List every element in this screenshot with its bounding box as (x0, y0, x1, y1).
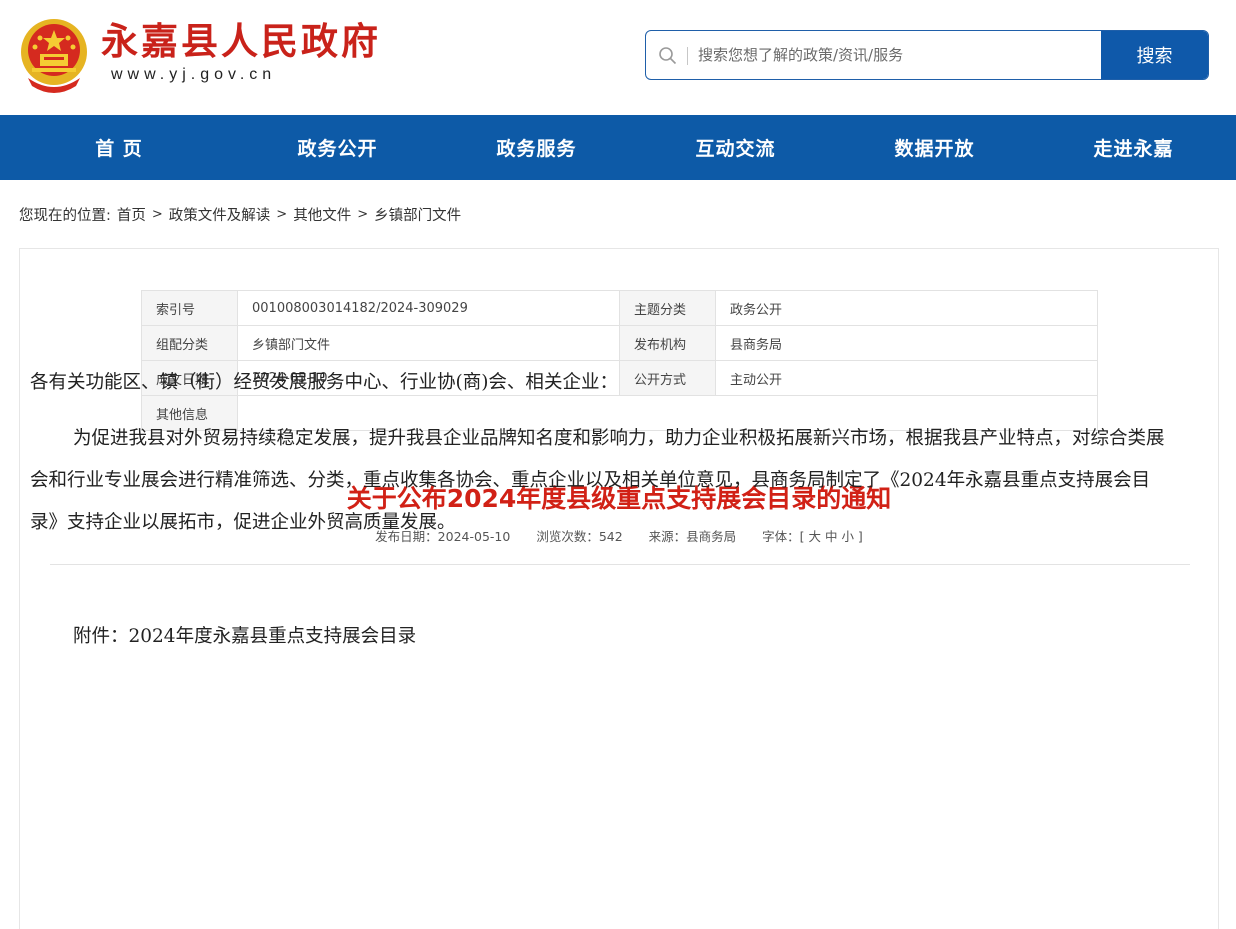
search-divider (687, 47, 688, 65)
search-input[interactable] (698, 31, 1098, 79)
breadcrumb-link-policy[interactable]: 政策文件及解读 (169, 204, 271, 225)
meta-value: 政务公开 (715, 290, 1098, 326)
main-nav: 首 页 政务公开 政务服务 互动交流 数据开放 走进永嘉 (0, 115, 1236, 180)
breadcrumb-link-township-docs[interactable]: 乡镇部门文件 (374, 204, 461, 225)
table-row: 索引号 001008003014182/2024-309029 主题分类 政务公… (141, 290, 1098, 326)
breadcrumb-separator: > (151, 207, 163, 222)
national-emblem-icon[interactable] (18, 16, 90, 94)
nav-item-government-services[interactable]: 政务服务 (437, 115, 636, 180)
search-button[interactable]: 搜索 (1101, 31, 1208, 79)
breadcrumb-link-home[interactable]: 首页 (117, 204, 146, 225)
meta-value: 001008003014182/2024-309029 (237, 290, 620, 326)
site-url: www.yj.gov.cn (111, 66, 277, 83)
breadcrumb-separator: > (357, 207, 369, 222)
nav-item-interaction[interactable]: 互动交流 (636, 115, 835, 180)
meta-key: 发布机构 (619, 325, 716, 361)
meta-value: 县商务局 (715, 325, 1098, 361)
search-bar: 搜索 (645, 30, 1209, 80)
breadcrumb-prefix: 您现在的位置: (19, 208, 111, 224)
nav-item-open-data[interactable]: 数据开放 (835, 115, 1034, 180)
site-header: 永嘉县人民政府 www.yj.gov.cn 搜索 (0, 0, 1236, 115)
document-meta-table: 索引号 001008003014182/2024-309029 主题分类 政务公… (141, 290, 1098, 431)
breadcrumb: 您现在的位置: 首页 > 政策文件及解读 > 其他文件 > 乡镇部门文件 (19, 204, 461, 225)
site-title[interactable]: 永嘉县人民政府 (101, 18, 381, 64)
meta-key: 索引号 (141, 290, 238, 326)
article-container: 索引号 001008003014182/2024-309029 主题分类 政务公… (19, 248, 1219, 929)
breadcrumb-link-other-docs[interactable]: 其他文件 (293, 204, 351, 225)
article-greeting: 各有关功能区、镇（街）经贸发展服务中心、行业协(商)会、相关企业： (30, 372, 618, 393)
meta-key: 主题分类 (619, 290, 716, 326)
meta-value: 乡镇部门文件 (237, 325, 620, 361)
search-icon (658, 46, 678, 66)
divider (50, 564, 1190, 565)
article-body: 为促进我县对外贸易持续稳定发展，提升我县企业品牌知名度和影响力，助力企业积极拓展… (30, 428, 1165, 533)
nav-item-home[interactable]: 首 页 (0, 115, 238, 180)
breadcrumb-separator: > (276, 207, 288, 222)
meta-key: 组配分类 (141, 325, 238, 361)
nav-item-about-yongjia[interactable]: 走进永嘉 (1034, 115, 1233, 180)
article-attachment-link[interactable]: 附件：2024年度永嘉县重点支持展会目录 (30, 616, 1170, 658)
nav-item-government-affairs[interactable]: 政务公开 (238, 115, 437, 180)
table-row: 组配分类 乡镇部门文件 发布机构 县商务局 (141, 325, 1098, 361)
